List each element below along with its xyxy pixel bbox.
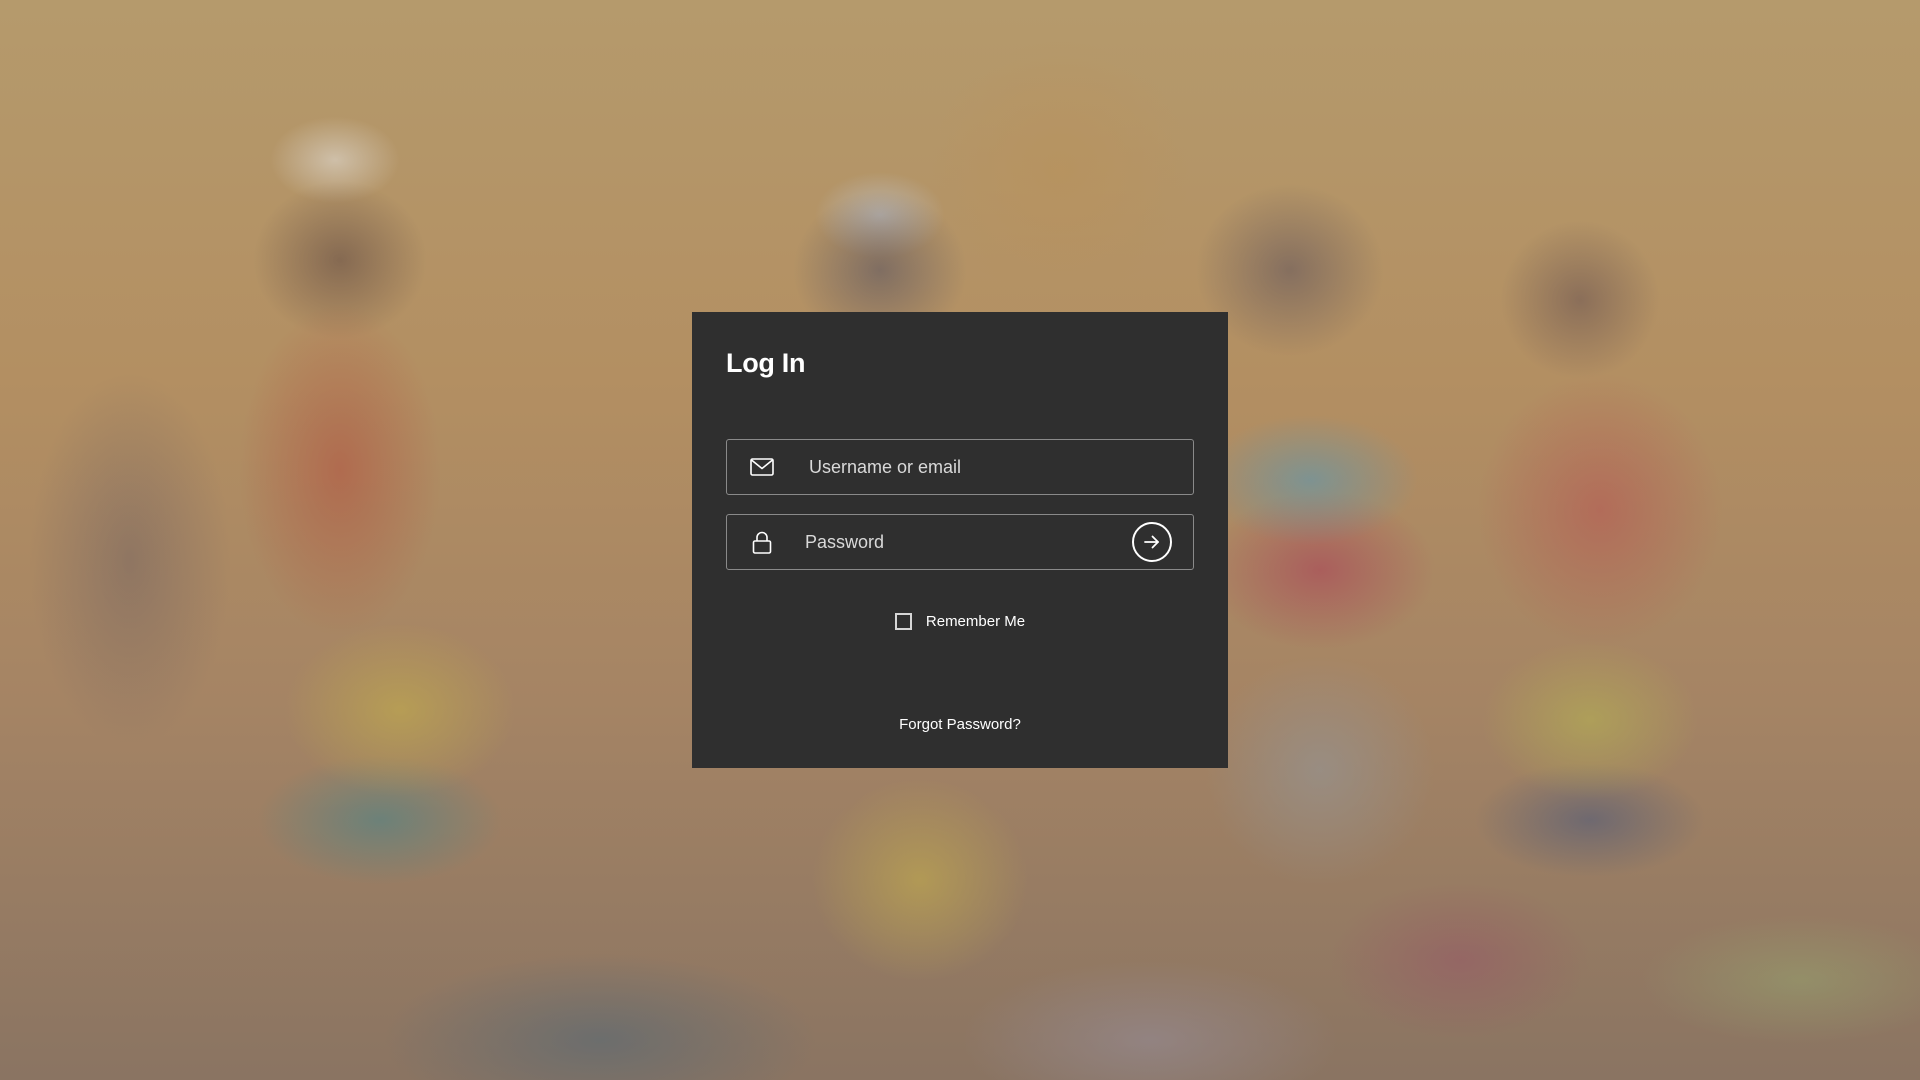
- remember-me-row: Remember Me: [692, 613, 1228, 630]
- password-input[interactable]: [805, 515, 1105, 569]
- login-submit-button[interactable]: [1132, 522, 1172, 562]
- forgot-password-link[interactable]: Forgot Password?: [692, 716, 1228, 733]
- lock-icon: [749, 529, 775, 555]
- login-card: Log In Remember Me Forgot Passw: [692, 312, 1228, 768]
- arrow-right-circle-icon: [1144, 535, 1159, 549]
- login-title: Log In: [726, 348, 806, 378]
- remember-me-label[interactable]: Remember Me: [926, 613, 1025, 630]
- envelope-icon: [749, 454, 775, 480]
- remember-me-checkbox[interactable]: [894, 613, 912, 630]
- username-input[interactable]: [809, 440, 1179, 494]
- username-field[interactable]: [726, 439, 1194, 495]
- password-field[interactable]: [726, 514, 1194, 570]
